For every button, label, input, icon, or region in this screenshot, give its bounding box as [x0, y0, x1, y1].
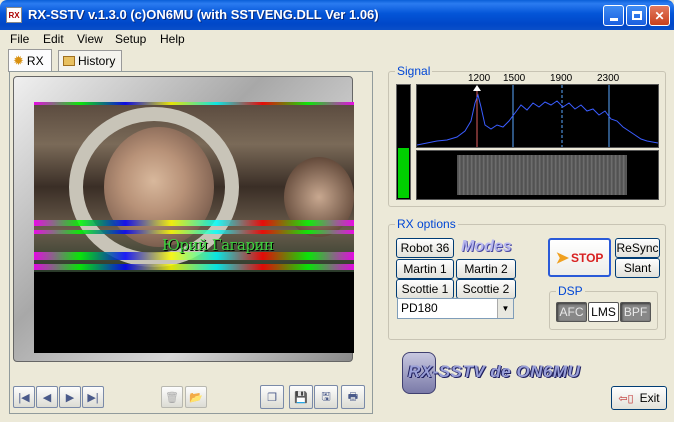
delete-button[interactable]: 🗑 [161, 386, 183, 408]
folder-icon: 📂 [189, 391, 203, 404]
tab-history-label: History [78, 54, 116, 68]
noise-stripe [34, 220, 354, 226]
tab-rx[interactable]: ✹ RX [8, 49, 52, 72]
received-image: Юрий Гагарин [34, 102, 354, 272]
face-shape [104, 127, 214, 247]
mode-robot36-button[interactable]: Robot 36 [396, 238, 454, 258]
signal-level-fill [398, 148, 409, 198]
minimize-icon [609, 18, 618, 21]
close-button[interactable]: ✕ [649, 5, 670, 26]
resync-button[interactable]: ReSync [615, 238, 660, 258]
exit-door-icon: ⇦▯ [618, 392, 634, 405]
stop-label: STOP [570, 250, 604, 265]
sync-marker-arrow [473, 85, 481, 91]
close-icon: ✕ [654, 8, 665, 23]
mode-select-value: PD180 [401, 301, 438, 315]
last-icon: ▶| [87, 391, 99, 404]
prev-button[interactable]: ◀ [36, 386, 58, 408]
app-icon: RX [6, 7, 22, 23]
menu-bar: File Edit View Setup Help [0, 30, 674, 48]
exit-label: Exit [639, 391, 660, 405]
prev-icon: ◀ [42, 391, 52, 404]
maximize-button[interactable] [626, 5, 647, 26]
noise-stripe [34, 230, 354, 234]
copy-button[interactable]: ❐ [260, 385, 284, 409]
freq-label-2300: 2300 [597, 73, 620, 84]
title-bar: RX RX-SSTV v.1.3.0 (c)ON6MU (with SSTVEN… [0, 0, 674, 30]
noise-stripe [34, 102, 354, 105]
minimize-button[interactable] [603, 5, 624, 26]
app-logo: RX-SSTV de ON6MU [402, 350, 602, 396]
rx-panel: Юрий Гагарин |◀ ◀ ▶ ▶| 🗑 📂 ❐ 💾 🖫 🖶 [9, 71, 373, 414]
chevron-down-icon[interactable]: ▼ [497, 299, 513, 318]
mode-select[interactable]: PD180 ▼ [397, 298, 514, 319]
lms-toggle[interactable]: LMS [588, 302, 619, 322]
spectrum-display[interactable]: 1200 1500 1900 2300 [416, 73, 659, 148]
menu-view[interactable]: View [77, 32, 103, 46]
dsp-title: DSP [556, 284, 585, 298]
rx-options-title: RX options [395, 217, 458, 231]
freq-label-1500: 1500 [503, 73, 526, 84]
save-as-icon: 🖫 [321, 390, 331, 403]
menu-setup[interactable]: Setup [115, 32, 146, 46]
bpf-toggle[interactable]: BPF [620, 302, 651, 322]
first-button[interactable]: |◀ [13, 386, 35, 408]
tab-rx-label: RX [26, 54, 44, 68]
save-icon: 💾 [294, 391, 308, 404]
mode-martin2-button[interactable]: Martin 2 [456, 259, 516, 279]
mode-scottie2-button[interactable]: Scottie 2 [456, 279, 516, 299]
save-button[interactable]: 💾 [289, 385, 313, 409]
signal-level-meter [396, 84, 411, 200]
menu-edit[interactable]: Edit [43, 32, 64, 46]
open-folder-button[interactable]: 📂 [185, 386, 207, 408]
afc-toggle[interactable]: AFC [556, 302, 587, 322]
save-as-button[interactable]: 🖫 [314, 385, 338, 409]
logo-text: RX-SSTV de ON6MU [408, 362, 581, 381]
menu-file[interactable]: File [10, 32, 29, 46]
monitor-frame: Юрий Гагарин [13, 76, 354, 362]
modes-label: Modes [461, 238, 512, 255]
noise-stripe [34, 264, 354, 270]
signal-title: Signal [395, 64, 433, 78]
print-button[interactable]: 🖶 [341, 385, 365, 409]
next-button[interactable]: ▶ [59, 386, 81, 408]
freq-label-1200: 1200 [468, 73, 491, 84]
tab-history[interactable]: History [58, 50, 122, 71]
image-screen: Юрий Гагарин [34, 102, 354, 353]
signal-group: Signal 1200 1500 1900 2300 [388, 64, 666, 207]
window-title: RX-SSTV v.1.3.0 (c)ON6MU (with SSTVENG.D… [28, 7, 379, 22]
last-button[interactable]: ▶| [82, 386, 104, 408]
trash-icon: 🗑 [165, 391, 179, 404]
waterfall-display [416, 150, 659, 200]
gear-icon: ✹ [13, 53, 24, 68]
spectrum-trace [417, 93, 658, 146]
waterfall-signal [457, 155, 627, 195]
print-icon: 🖶 [347, 390, 359, 403]
next-icon: ▶ [65, 391, 75, 404]
image-caption: Юрий Гагарин [162, 236, 274, 254]
mode-martin1-button[interactable]: Martin 1 [396, 259, 454, 279]
maximize-icon [631, 11, 642, 20]
history-icon [63, 56, 75, 66]
first-icon: |◀ [18, 391, 30, 404]
freq-label-1900: 1900 [550, 73, 573, 84]
exit-button[interactable]: ⇦▯ Exit [611, 386, 667, 410]
stop-arrow-icon: ➤ [555, 249, 569, 267]
spectrum-graph [417, 85, 658, 147]
slant-button[interactable]: Slant [615, 258, 660, 278]
stop-button[interactable]: ➤ STOP [548, 238, 611, 277]
menu-help[interactable]: Help [160, 32, 185, 46]
mode-scottie1-button[interactable]: Scottie 1 [396, 279, 454, 299]
copy-icon: ❐ [267, 391, 277, 404]
